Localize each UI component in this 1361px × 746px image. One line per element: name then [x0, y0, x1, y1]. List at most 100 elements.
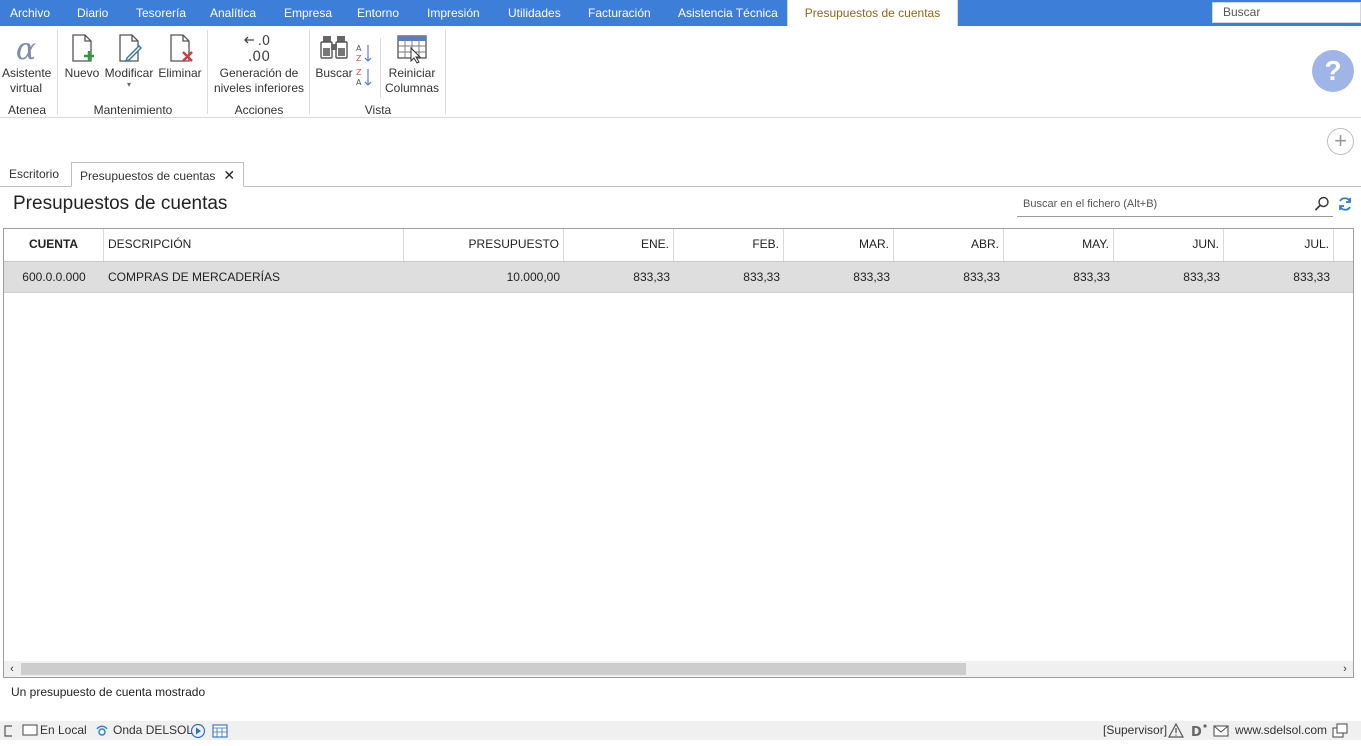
onda-delsol-label[interactable]: Onda DELSOL: [113, 721, 193, 740]
generacion-label-1: Generación de: [219, 66, 299, 80]
menu-asistencia-tecnica[interactable]: Asistencia Técnica: [678, 0, 778, 26]
svg-text:Z: Z: [356, 68, 362, 77]
chevron-down-icon: ▾: [126, 80, 131, 89]
table-header: CUENTA DESCRIPCIÓN PRESUPUESTO ENE. FEB.…: [4, 229, 1353, 262]
cell-may: 833,33: [1073, 270, 1110, 284]
column-header-mar[interactable]: MAR.: [784, 229, 894, 261]
add-panel-icon[interactable]: +: [1327, 128, 1354, 155]
cell-jun: 833,33: [1183, 270, 1220, 284]
top-search-input[interactable]: Buscar: [1212, 2, 1361, 23]
scroll-left-icon[interactable]: ‹: [4, 661, 20, 677]
group-mantenimiento-label: Mantenimiento: [93, 103, 173, 117]
generacion-niveles-button[interactable]: .0 .00 Generación de niveles inferiores: [212, 32, 306, 96]
new-document-icon: [72, 34, 94, 62]
group-vista-label: Vista: [364, 103, 392, 117]
menu-diario[interactable]: Diario: [77, 0, 108, 26]
menu-facturacion[interactable]: Facturación: [588, 0, 651, 26]
refresh-icon[interactable]: [1337, 196, 1353, 215]
inner-separator: [380, 38, 381, 98]
main-menu-bar: Archivo Diario Tesorería Analítica Empre…: [0, 0, 1361, 26]
website-link[interactable]: www.sdelsol.com: [1235, 721, 1327, 740]
svg-text:A: A: [356, 78, 362, 87]
edit-document-icon: [119, 34, 142, 63]
cell-cuenta: 600.0.0.000: [22, 270, 86, 284]
modificar-button[interactable]: Modificar ▾: [103, 32, 155, 89]
menu-archivo[interactable]: Archivo: [10, 0, 50, 26]
sort-za-icon: Z A: [356, 68, 372, 87]
column-header-cuenta[interactable]: CUENTA: [4, 229, 104, 261]
menu-presupuestos-de-cuentas[interactable]: Presupuestos de cuentas: [787, 0, 958, 26]
table-row[interactable]: 600.0.0.000 COMPRAS DE MERCADERÍAS 10.00…: [4, 262, 1353, 293]
close-icon[interactable]: ✕: [223, 167, 235, 183]
column-header-jul[interactable]: JUL.: [1224, 229, 1334, 261]
cell-jul: 833,33: [1293, 270, 1330, 284]
cell-ene: 833,33: [633, 270, 670, 284]
group-separator: [57, 30, 58, 114]
cell-feb: 833,33: [743, 270, 780, 284]
group-separator: [309, 30, 310, 114]
tab-label: Presupuestos de cuentas: [80, 169, 216, 183]
reiniciar-label-1: Reiniciar: [388, 66, 436, 80]
column-header-presupuesto[interactable]: PRESUPUESTO: [404, 229, 564, 261]
local-label: En Local: [40, 723, 87, 737]
status-bar: En Local Onda DELSOL [Supervisor] D www.…: [0, 721, 1361, 740]
svg-text:Z: Z: [356, 54, 362, 63]
modificar-label: Modificar: [104, 66, 154, 80]
column-header-jun[interactable]: JUN.: [1114, 229, 1224, 261]
sort-ascending-button[interactable]: A Z: [355, 42, 373, 64]
page-title: Presupuestos de cuentas: [13, 193, 228, 214]
menu-analitica[interactable]: Analítica: [210, 0, 256, 26]
decimal-levels-icon: .0 .00: [244, 34, 270, 64]
cell-presupuesto: 10.000,00: [506, 270, 560, 284]
menu-utilidades[interactable]: Utilidades: [508, 0, 561, 26]
cell-abr: 833,33: [963, 270, 1000, 284]
column-header-feb[interactable]: FEB.: [674, 229, 784, 261]
delete-document-icon: [170, 34, 193, 62]
binoculars-icon: [320, 36, 348, 59]
menu-entorno[interactable]: Entorno: [357, 0, 399, 26]
scroll-right-icon[interactable]: ›: [1337, 661, 1353, 677]
column-header-ene[interactable]: ENE.: [564, 229, 674, 261]
eliminar-label: Eliminar: [158, 66, 202, 80]
scrollbar-thumb[interactable]: [21, 663, 966, 675]
eliminar-button[interactable]: Eliminar: [157, 32, 203, 81]
d-icon[interactable]: D: [1190, 721, 1208, 740]
nuevo-label: Nuevo: [64, 66, 100, 80]
group-separator: [207, 30, 208, 114]
group-acciones-label: Acciones: [234, 103, 284, 117]
reset-columns-icon: [397, 35, 427, 64]
menu-impresion[interactable]: Impresión: [427, 0, 480, 26]
tab-escritorio[interactable]: Escritorio: [1, 162, 67, 187]
search-icon[interactable]: [1314, 196, 1330, 215]
cell-descripcion: COMPRAS DE MERCADERÍAS: [108, 270, 281, 284]
column-header-abr[interactable]: ABR.: [894, 229, 1004, 261]
sort-descending-button[interactable]: Z A: [355, 66, 373, 88]
mail-icon[interactable]: [1213, 721, 1229, 740]
monitor-icon: [22, 721, 38, 740]
onda-icon: [95, 721, 109, 740]
tab-presupuestos-de-cuentas[interactable]: Presupuestos de cuentas ✕: [71, 162, 245, 187]
alpha-icon: α: [16, 32, 36, 64]
column-header-may[interactable]: MAY.: [1004, 229, 1114, 261]
asistente-virtual-button[interactable]: α Asistente virtual: [2, 32, 51, 96]
nuevo-button[interactable]: Nuevo: [63, 32, 101, 81]
calendar-icon[interactable]: [212, 721, 228, 740]
column-header-descripcion[interactable]: DESCRIPCIÓN: [104, 229, 404, 261]
file-search-input[interactable]: Buscar en el fichero (Alt+B): [1017, 193, 1333, 217]
windows-icon[interactable]: [1332, 721, 1348, 740]
buscar-button[interactable]: Buscar: [314, 32, 354, 81]
svg-text:.00: .00: [248, 49, 270, 64]
menu-tesoreria[interactable]: Tesorería: [136, 0, 186, 26]
svg-text:A: A: [356, 44, 362, 53]
play-icon[interactable]: [190, 721, 206, 740]
generacion-label-2: niveles inferiores: [213, 81, 305, 95]
menu-empresa[interactable]: Empresa: [284, 0, 332, 26]
reiniciar-columnas-button[interactable]: Reiniciar Columnas: [383, 32, 441, 96]
sort-az-icon: A Z: [356, 44, 372, 63]
asistente-label-2: virtual: [9, 81, 42, 95]
presupuestos-table: CUENTA DESCRIPCIÓN PRESUPUESTO ENE. FEB.…: [3, 228, 1354, 678]
horizontal-scrollbar[interactable]: ‹ ›: [4, 661, 1353, 677]
help-button[interactable]: ?: [1312, 50, 1354, 92]
warning-icon[interactable]: [1167, 721, 1185, 740]
c-icon: [2, 721, 14, 740]
